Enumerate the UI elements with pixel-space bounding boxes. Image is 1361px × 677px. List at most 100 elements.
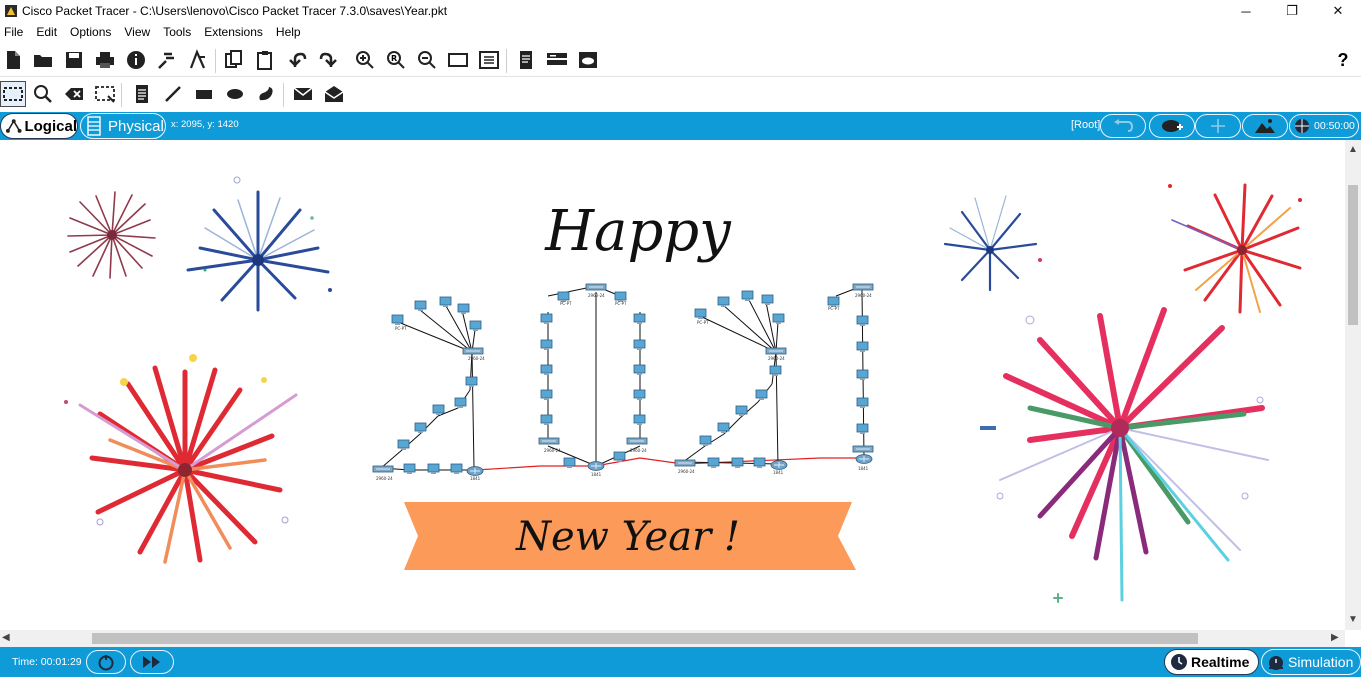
vertical-scroll-thumb[interactable] bbox=[1348, 185, 1358, 325]
zoom-out-icon[interactable] bbox=[414, 47, 440, 73]
svg-text:R: R bbox=[391, 54, 397, 63]
power-cycle-button[interactable] bbox=[86, 650, 126, 674]
main-toolbar: R ? bbox=[0, 43, 1361, 77]
network-2021: 2960-24 2960-24 2960-24 2960-24 2960-24 … bbox=[372, 283, 874, 481]
clock-icon bbox=[1171, 654, 1187, 670]
vertical-scrollbar[interactable]: ▲ ▼ bbox=[1345, 140, 1361, 630]
set-background-button[interactable] bbox=[1242, 114, 1288, 138]
menu-tools[interactable]: Tools bbox=[163, 25, 198, 39]
label-router-4: 1841 bbox=[858, 466, 869, 471]
label-switch-7: 2960-24 bbox=[768, 356, 785, 361]
new-year-text: New Year ! bbox=[515, 514, 740, 560]
add-simple-pdu-icon[interactable] bbox=[290, 81, 316, 107]
horizontal-scroll-thumb[interactable] bbox=[92, 633, 1198, 644]
save-icon[interactable] bbox=[61, 47, 87, 73]
draw-ellipse-icon[interactable] bbox=[222, 81, 248, 107]
label-switch-4: 2960-24 bbox=[630, 448, 647, 453]
draw-rectangle-icon[interactable] bbox=[191, 81, 217, 107]
packet-tracer-logo-icon bbox=[5, 5, 17, 17]
help-button[interactable]: ? bbox=[1330, 47, 1356, 73]
happy-text: Happy bbox=[544, 199, 732, 264]
info-icon[interactable] bbox=[123, 47, 149, 73]
scroll-left-icon[interactable]: ◀ bbox=[2, 632, 10, 643]
horizontal-scrollbar[interactable]: ◀ ▶ bbox=[0, 630, 1345, 647]
scroll-up-icon[interactable]: ▲ bbox=[1348, 144, 1358, 155]
label-pc-2: PC-PT bbox=[560, 301, 572, 306]
root-breadcrumb[interactable]: [Root] bbox=[1071, 119, 1100, 131]
close-button[interactable]: ✕ bbox=[1315, 0, 1361, 22]
print-icon[interactable] bbox=[92, 47, 118, 73]
window-title: Cisco Packet Tracer - C:\Users\lenovo\Ci… bbox=[22, 4, 448, 18]
minimize-button[interactable]: ─ bbox=[1223, 0, 1269, 22]
select-icon[interactable] bbox=[0, 81, 26, 107]
workspace-bar: Logical Physical x: 2095, y: 1420 [Root]… bbox=[0, 112, 1361, 140]
simulation-label: Simulation bbox=[1288, 654, 1354, 670]
tab-physical[interactable]: Physical bbox=[80, 113, 166, 139]
inspect-icon[interactable] bbox=[30, 81, 56, 107]
menu-help[interactable]: Help bbox=[276, 25, 308, 39]
tab-physical-label: Physical bbox=[108, 117, 164, 135]
stopwatch-icon bbox=[1269, 656, 1283, 670]
freeform-icon[interactable] bbox=[253, 81, 279, 107]
scroll-right-icon[interactable]: ▶ bbox=[1331, 632, 1339, 643]
move-object-button[interactable] bbox=[1195, 114, 1241, 138]
label-pc-1: PC-PT bbox=[395, 326, 407, 331]
scroll-down-icon[interactable]: ▼ bbox=[1348, 614, 1358, 625]
zoom-reset-icon[interactable]: R bbox=[383, 47, 409, 73]
copy-icon[interactable] bbox=[221, 47, 247, 73]
label-pc-5: PC-PT bbox=[828, 306, 840, 311]
bottom-status-bar: Time: 00:01:29 Realtime Simulation bbox=[0, 647, 1361, 677]
tab-logical[interactable]: Logical bbox=[0, 113, 78, 139]
menu-options[interactable]: Options bbox=[70, 25, 118, 39]
logical-workspace-canvas[interactable]: Happy 2960-24 2960-24 2960-24 2960-24 29… bbox=[0, 140, 1345, 630]
place-note-icon[interactable] bbox=[129, 81, 155, 107]
physical-view-icon bbox=[87, 116, 101, 136]
view-list-icon[interactable] bbox=[544, 47, 570, 73]
draw-line-icon[interactable] bbox=[160, 81, 186, 107]
new-file-icon[interactable] bbox=[0, 47, 26, 73]
resize-shape-icon[interactable] bbox=[92, 81, 118, 107]
viewport-clock[interactable]: 00:50:00 bbox=[1289, 114, 1359, 138]
add-complex-pdu-icon[interactable] bbox=[321, 81, 347, 107]
cloud-save-icon[interactable] bbox=[575, 47, 601, 73]
label-switch-6: 2960-24 bbox=[678, 469, 695, 474]
menu-bar: File Edit Options View Tools Extensions … bbox=[0, 22, 1361, 42]
custom-devices-icon[interactable] bbox=[476, 47, 502, 73]
delete-icon[interactable] bbox=[61, 81, 87, 107]
label-pc-3: PC-PT bbox=[615, 301, 627, 306]
label-switch: 2960-24 bbox=[376, 476, 393, 481]
label-switch-5: 2960-24 bbox=[588, 293, 605, 298]
fast-forward-button[interactable] bbox=[130, 650, 174, 674]
new-cluster-button[interactable] bbox=[1149, 114, 1195, 138]
new-year-banner: New Year ! bbox=[404, 502, 856, 570]
firework-blue-left bbox=[186, 176, 332, 312]
menu-extensions[interactable]: Extensions bbox=[204, 25, 270, 39]
activity-wizard-icon[interactable] bbox=[154, 47, 180, 73]
drawing-palette-icon[interactable] bbox=[445, 47, 471, 73]
cursor-coordinates: x: 2095, y: 1420 bbox=[171, 119, 239, 130]
label-switch-2: 2960-24 bbox=[468, 356, 485, 361]
undo-icon[interactable] bbox=[285, 47, 311, 73]
maximize-button[interactable]: ❐ bbox=[1269, 0, 1315, 22]
custom-activity-icon[interactable] bbox=[185, 47, 211, 73]
label-switch-3: 2960-24 bbox=[544, 448, 561, 453]
realtime-mode-tab[interactable]: Realtime bbox=[1164, 649, 1259, 675]
firework-red-left bbox=[64, 354, 298, 564]
firework-pink-right bbox=[980, 307, 1269, 603]
simulation-mode-tab[interactable]: Simulation bbox=[1261, 649, 1361, 675]
menu-view[interactable]: View bbox=[124, 25, 157, 39]
edit-toolbar bbox=[0, 78, 1361, 111]
redo-icon[interactable] bbox=[315, 47, 341, 73]
power-cycle-icon bbox=[98, 655, 114, 671]
clock-time: 00:50:00 bbox=[1314, 120, 1355, 132]
label-switch-8: 2960-24 bbox=[855, 293, 872, 298]
landscape-image-icon bbox=[1255, 119, 1275, 133]
menu-file[interactable]: File bbox=[4, 25, 30, 39]
back-button[interactable] bbox=[1100, 114, 1146, 138]
open-folder-icon[interactable] bbox=[30, 47, 56, 73]
time-display: Time: 00:01:29 bbox=[12, 656, 82, 668]
notes-icon[interactable] bbox=[513, 47, 539, 73]
zoom-in-icon[interactable] bbox=[352, 47, 378, 73]
menu-edit[interactable]: Edit bbox=[36, 25, 64, 39]
paste-icon[interactable] bbox=[252, 47, 278, 73]
